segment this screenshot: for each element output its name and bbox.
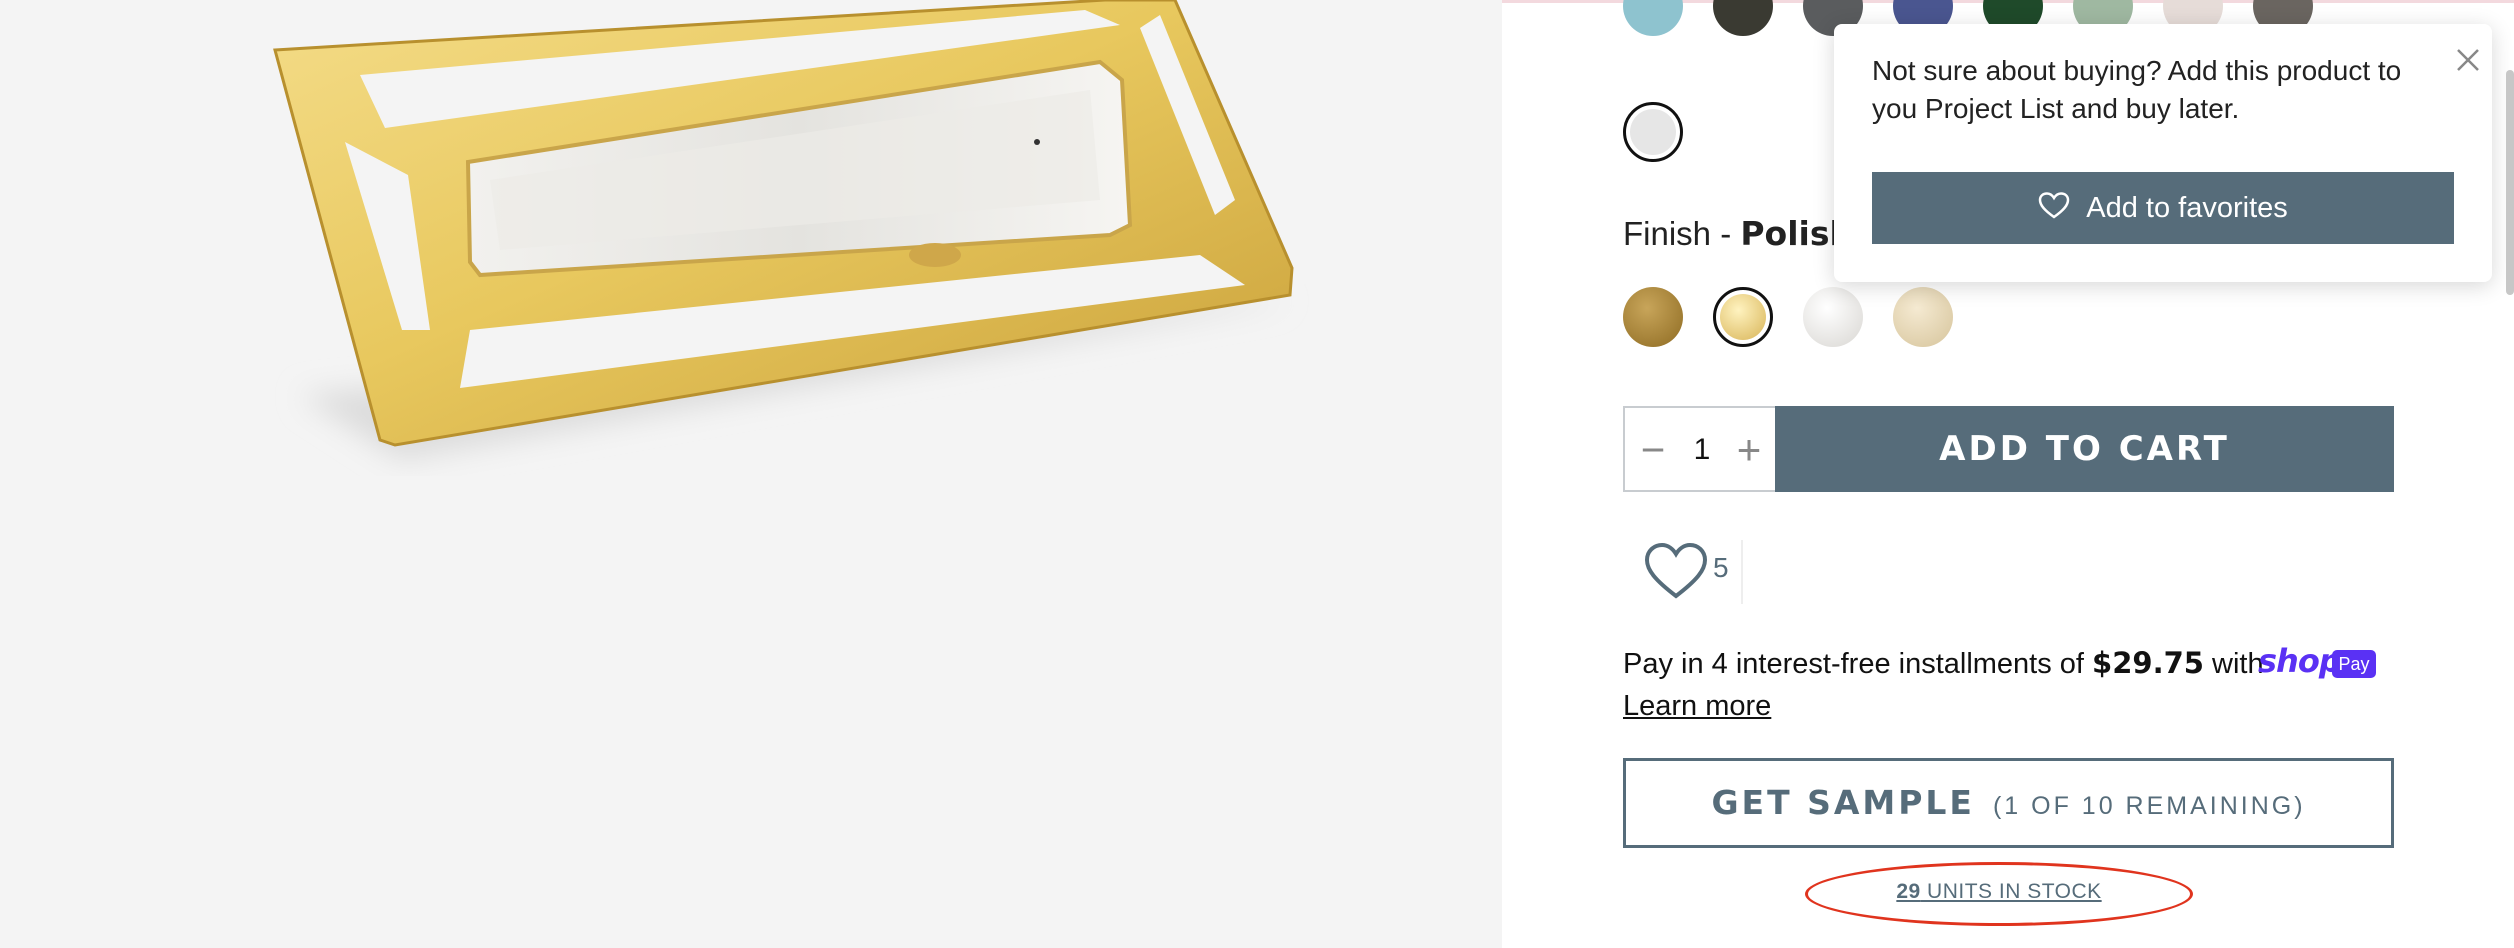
heart-icon xyxy=(1644,542,1708,599)
add-to-cart-button[interactable]: ADD TO CART xyxy=(1775,406,2394,492)
get-sample-label: GET SAMPLE xyxy=(1711,783,1975,822)
shop-pay-logo: shop xyxy=(2258,642,2342,680)
favorite-toggle[interactable]: 5 xyxy=(1643,538,1743,606)
stone-swatch-aqua[interactable] xyxy=(1623,0,1683,36)
popover-message: Not sure about buying? Add this product … xyxy=(1872,55,2402,124)
minus-icon[interactable]: − xyxy=(1635,426,1671,474)
finish-swatch-champagne[interactable] xyxy=(1893,287,1953,347)
heart-icon xyxy=(2038,192,2070,219)
finish-swatch-brass[interactable] xyxy=(1623,287,1683,347)
stone-swatch-selected[interactable] xyxy=(1630,109,1676,155)
add-to-favorites-label: Add to favorites xyxy=(2086,192,2288,224)
quantity-value[interactable]: 1 xyxy=(1677,428,1727,472)
installments-text: Pay in 4 interest-free installments of $… xyxy=(1623,646,2264,680)
stone-swatch-black-gold[interactable] xyxy=(1713,0,1773,36)
page-scrollbar[interactable] xyxy=(2506,70,2514,295)
shop-pay-badge: Pay xyxy=(2332,650,2376,678)
sample-remaining: (1 OF 10 REMAINING) xyxy=(1992,792,2306,820)
finish-swatch-polish[interactable] xyxy=(1720,294,1766,340)
favorite-divider xyxy=(1741,540,1743,604)
get-sample-button[interactable]: GET SAMPLE (1 OF 10 REMAINING) xyxy=(1623,758,2394,848)
add-to-favorites-button[interactable]: Add to favorites xyxy=(1872,172,2454,244)
units-in-stock-link[interactable]: 29 UNITS IN STOCK xyxy=(1805,862,2193,926)
product-photo xyxy=(273,0,1294,460)
close-icon[interactable] xyxy=(2454,46,2482,74)
plus-icon[interactable]: + xyxy=(1729,426,1769,474)
finish-label: Finish - Polish xyxy=(1623,214,1853,253)
favorites-popover: Not sure about buying? Add this product … xyxy=(1834,24,2492,282)
finish-swatch-nickel[interactable] xyxy=(1803,287,1863,347)
quantity-stepper: − 1 + xyxy=(1623,406,1777,492)
favorite-count: 5 xyxy=(1713,552,1729,583)
learn-more-link[interactable]: Learn more xyxy=(1623,690,1771,723)
product-image[interactable] xyxy=(0,0,1502,948)
